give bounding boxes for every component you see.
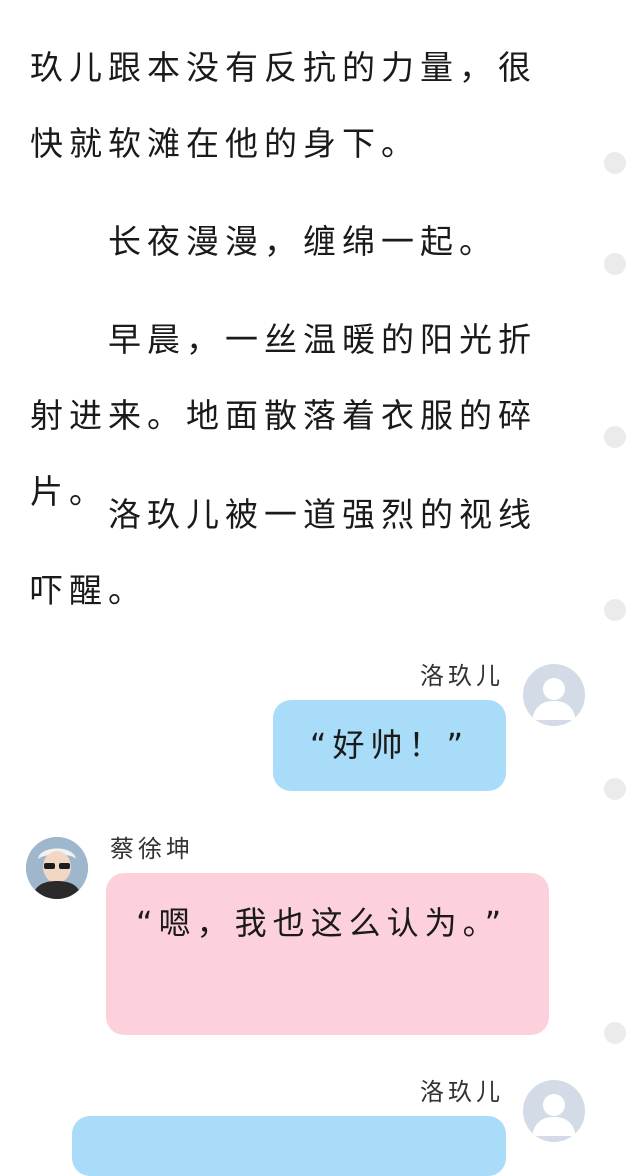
chat-bubble — [72, 1116, 506, 1176]
speaker-name: 蔡徐坤 — [110, 835, 194, 863]
default-avatar-icon[interactable] — [523, 664, 585, 726]
rail-dot[interactable] — [604, 778, 626, 800]
rail-dot[interactable] — [604, 253, 626, 275]
rail-dot[interactable] — [604, 1022, 626, 1044]
person-silhouette-icon — [532, 1094, 576, 1136]
chat-text: “好帅！” — [309, 726, 470, 764]
rail-dot[interactable] — [604, 152, 626, 174]
chat-bubble: “好帅！” — [273, 700, 506, 791]
rail-dot[interactable] — [604, 426, 626, 448]
story-paragraph-2: 长夜漫漫，缠绵一起。 — [108, 222, 498, 261]
user-avatar-photo[interactable] — [26, 837, 88, 899]
chat-bubble: “嗯，我也这么认为。” — [106, 873, 549, 1035]
default-avatar-icon[interactable] — [523, 1080, 585, 1142]
chat-text: “嗯，我也这么认为。” — [136, 904, 508, 942]
avatar-photo-icon — [26, 837, 88, 899]
rail-dot[interactable] — [604, 599, 626, 621]
story-paragraph-4: 洛玖儿被一道强烈的视线吓醒。 — [30, 495, 537, 610]
speaker-name: 洛玖儿 — [420, 1078, 504, 1106]
speaker-name: 洛玖儿 — [420, 662, 504, 690]
person-silhouette-icon — [532, 678, 576, 720]
story-paragraph-1: 玖儿跟本没有反抗的力量，很快就软滩在他的身下。 — [30, 48, 537, 163]
